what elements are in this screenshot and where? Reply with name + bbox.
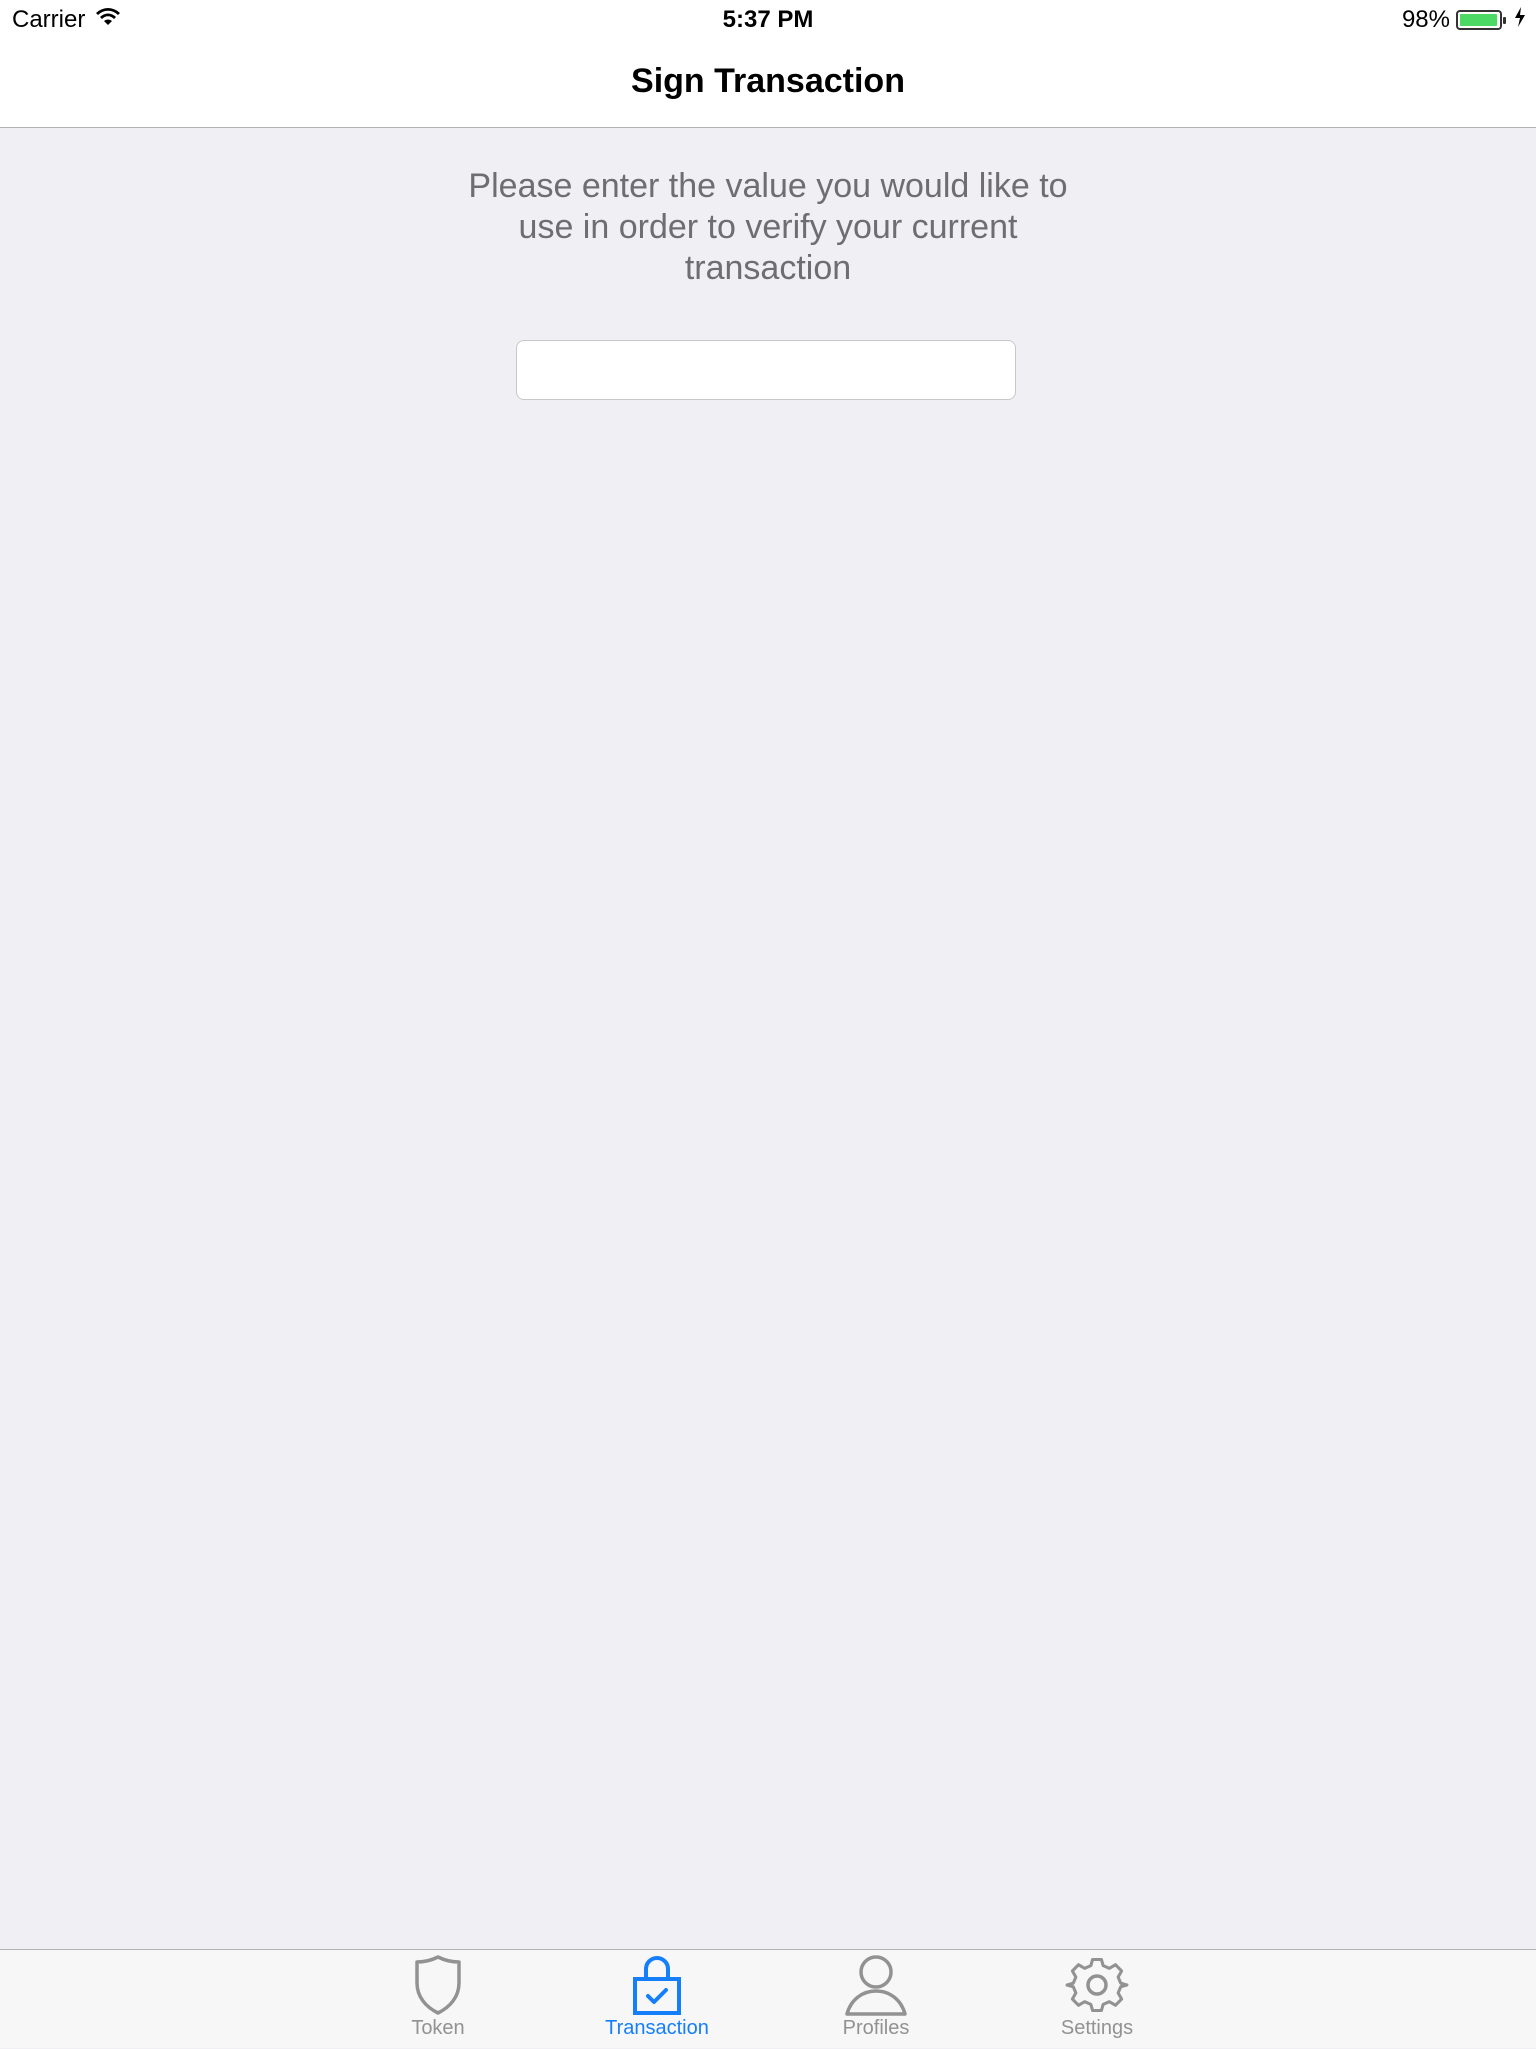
tab-token[interactable]: Token: [348, 1950, 528, 2049]
battery-percent: 98%: [1401, 6, 1450, 33]
status-time: 5:37 PM: [722, 6, 814, 33]
tab-settings-label: Settings: [1060, 2017, 1134, 2039]
battery-icon: [1456, 10, 1506, 30]
verification-value-input[interactable]: [516, 340, 1016, 400]
tab-profiles-label: Profiles: [842, 2017, 910, 2039]
lock-check-icon: [567, 1953, 747, 2017]
tab-transaction-label: Transaction: [605, 2017, 709, 2039]
tab-transaction[interactable]: Transaction: [567, 1950, 747, 2049]
person-icon: [786, 1953, 966, 2017]
status-right: 98%: [1402, 6, 1526, 34]
tab-profiles[interactable]: Profiles: [786, 1950, 966, 2049]
battery-level-fill: [1460, 14, 1498, 26]
gear-icon: [1007, 1953, 1187, 2017]
tab-bar: Token Transaction Profiles Settings: [0, 1949, 1536, 2048]
status-bar: Carrier 5:37 PM 98%: [0, 0, 1536, 40]
charging-bolt-icon: [1514, 6, 1526, 34]
instruction-text: Please enter the value you would like to…: [468, 167, 1068, 287]
tab-settings[interactable]: Settings: [1007, 1950, 1187, 2049]
page-title: Sign Transaction: [631, 62, 905, 100]
navigation-bar: Sign Transaction: [0, 40, 1536, 128]
tab-token-label: Token: [411, 2017, 465, 2039]
shield-icon: [348, 1953, 528, 2017]
